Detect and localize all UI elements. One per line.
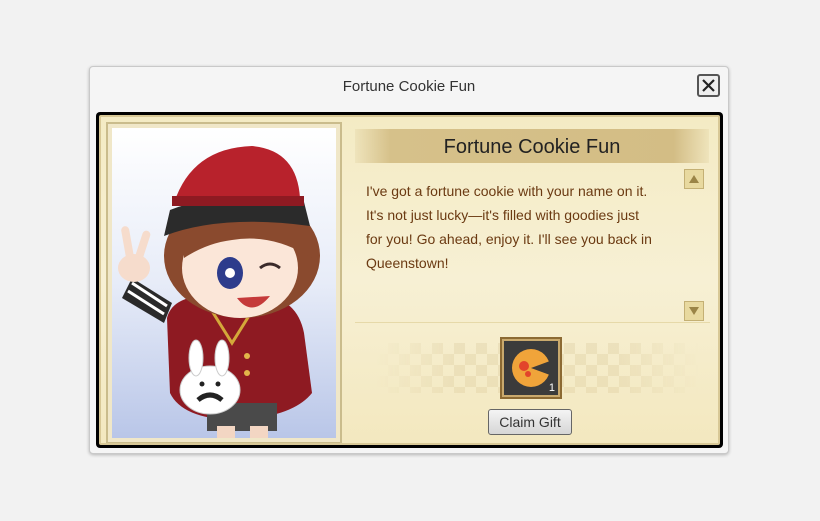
item-quantity: 1 [548,382,555,394]
dialog-right-panel: Fortune Cookie Fun I've got a fortune co… [347,117,718,443]
gift-item-slot[interactable]: 1 [500,337,562,399]
scroll-up-button[interactable] [684,169,704,189]
gift-item: 1 [504,341,558,395]
dialog-line: It's not just lucky—it's filled with goo… [366,207,640,223]
close-button[interactable] [697,74,720,97]
claim-gift-button[interactable]: Claim Gift [488,409,572,435]
dialog-text: I've got a fortune cookie with your name… [366,179,686,275]
scroll-down-button[interactable] [684,301,704,321]
npc-portrait-frame [106,122,342,443]
close-icon [702,79,715,92]
dialog-content: Fortune Cookie Fun I've got a fortune co… [96,112,723,448]
dialog-line: for you! Go ahead, enjoy it. I'll see yo… [366,231,652,247]
dialog-panel: Fortune Cookie Fun I've got a fortune co… [99,115,720,445]
npc-character-illustration [118,146,320,438]
dialog-heading: Fortune Cookie Fun [443,136,621,158]
arrow-up-icon [689,175,699,183]
dialog-window: Fortune Cookie Fun Fortune Cookie Fun I'… [89,66,729,454]
window-title: Fortune Cookie Fun [342,78,476,95]
dialog-line: Queenstown! [366,255,449,271]
npc-portrait [112,128,336,438]
arrow-down-icon [689,307,699,315]
divider [355,322,710,323]
title-banner: Fortune Cookie Fun [355,129,709,163]
dialog-line: I've got a fortune cookie with your name… [366,183,648,199]
